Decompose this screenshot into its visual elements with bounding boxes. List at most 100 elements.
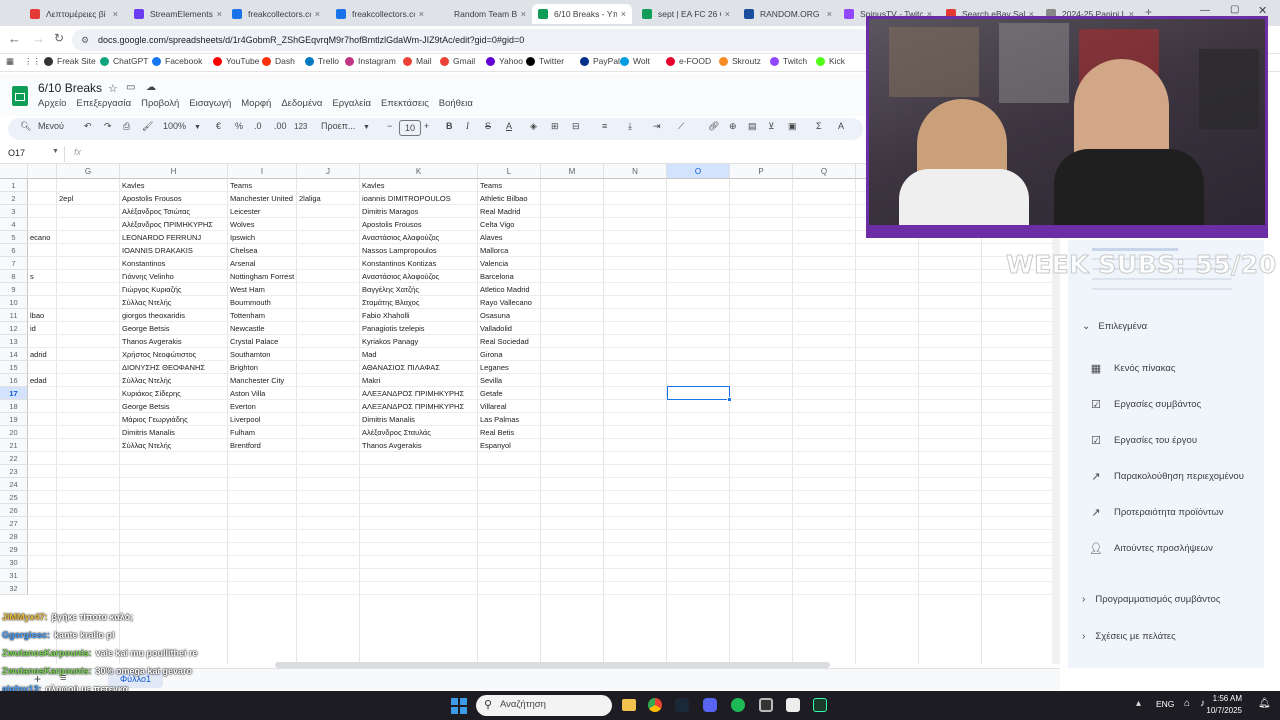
cell[interactable]: 2epl bbox=[57, 192, 120, 205]
browser-tab[interactable]: Random Team B × bbox=[432, 4, 532, 24]
column-header[interactable] bbox=[28, 164, 57, 179]
bookmark-item[interactable]: Facebook bbox=[152, 56, 202, 66]
cell[interactable]: Valladolid bbox=[478, 322, 541, 335]
cell[interactable]: Χρήστος Νεοφώτιστος bbox=[120, 348, 228, 361]
cell[interactable]: Mad bbox=[360, 348, 478, 361]
row-header[interactable]: 23 bbox=[0, 465, 28, 478]
bookmark-item[interactable]: Gmail bbox=[440, 56, 475, 66]
filter-views-icon[interactable]: ▣ bbox=[788, 121, 797, 132]
close-tab-icon[interactable]: × bbox=[415, 9, 424, 19]
clock-time[interactable]: 1:56 AM bbox=[1212, 694, 1242, 703]
browser-tab[interactable]: freakcollectors.co × bbox=[330, 4, 430, 24]
row-header[interactable]: 11 bbox=[0, 309, 28, 322]
cell[interactable]: Kavles bbox=[360, 179, 478, 192]
cell[interactable]: Dimitris Maragos bbox=[360, 205, 478, 218]
row-header[interactable]: 26 bbox=[0, 504, 28, 517]
cell[interactable]: Villareal bbox=[478, 400, 541, 413]
cell[interactable]: giorgos theoxaridis bbox=[120, 309, 228, 322]
print-icon[interactable]: ⎙ bbox=[123, 121, 130, 132]
redo-icon[interactable]: ↷ bbox=[104, 121, 112, 132]
spreadsheet-grid[interactable]: G H I J K L M N O P Q 1 2 3 4 5 6 7 8 9 10 11 12 13 14 15 16 17 18 19… bbox=[0, 164, 1060, 664]
row-header[interactable]: 18 bbox=[0, 400, 28, 413]
select-all-corner[interactable] bbox=[0, 164, 28, 179]
column-header[interactable]: J bbox=[297, 164, 360, 179]
cell[interactable]: Southamton bbox=[228, 348, 297, 361]
menu-item[interactable]: Εργαλεία bbox=[332, 98, 371, 112]
cell[interactable]: Αναστάσιος Αλαφούζος bbox=[360, 270, 478, 283]
cell[interactable]: Manchester United bbox=[228, 192, 297, 205]
bookmark-item[interactable]: Instagram bbox=[345, 56, 396, 66]
browser-tab[interactable]: Λεπτομέρειες βί × bbox=[24, 4, 124, 24]
number-format-button[interactable]: 123 bbox=[294, 122, 307, 131]
template-item[interactable]: 👤︎ Αιτούντες προσλήψεων bbox=[1068, 533, 1264, 563]
bookmark-item[interactable]: Kick bbox=[816, 56, 845, 66]
cell[interactable]: Nottingham Forrest bbox=[228, 270, 297, 283]
menu-item[interactable]: Εισαγωγή bbox=[189, 98, 231, 112]
align-left-icon[interactable]: ≡ bbox=[602, 121, 607, 131]
bookmark-item[interactable]: e-FOOD bbox=[666, 56, 711, 66]
app-icon[interactable] bbox=[813, 698, 827, 712]
move-icon[interactable]: ▭ bbox=[126, 82, 135, 93]
bookmark-item[interactable]: Twitter bbox=[526, 56, 564, 66]
chevron-down-icon[interactable]: ▼ bbox=[363, 124, 370, 131]
cell[interactable]: Atletico Madrid bbox=[478, 283, 541, 296]
cell[interactable]: ΑΛΕΞΑΝΔΡΟΣ ΠΡΙΜΗΚΥΡΗΣ bbox=[360, 400, 478, 413]
template-item[interactable]: ↗ Παρακολούθηση περιεχομένου bbox=[1068, 461, 1264, 491]
bookmark-item[interactable]: Freak Site bbox=[44, 56, 96, 66]
cell[interactable]: id bbox=[28, 322, 57, 335]
close-tab-icon[interactable]: × bbox=[109, 9, 118, 19]
row-header[interactable]: 12 bbox=[0, 322, 28, 335]
row-header[interactable]: 9 bbox=[0, 283, 28, 296]
cell[interactable]: Sevilla bbox=[478, 374, 541, 387]
filter-icon[interactable]: ⊻ bbox=[768, 121, 775, 132]
cell[interactable]: Thanos Avgerakis bbox=[360, 439, 478, 452]
cell[interactable]: Γιώργος Κυριαζής bbox=[120, 283, 228, 296]
windows-start-icon[interactable] bbox=[451, 698, 467, 714]
cell[interactable]: adrid bbox=[28, 348, 57, 361]
site-info-icon[interactable]: ⚙ bbox=[81, 29, 89, 51]
cell[interactable]: Barcelona bbox=[478, 270, 541, 283]
row-header[interactable]: 7 bbox=[0, 257, 28, 270]
cell[interactable]: 2laliga bbox=[297, 192, 360, 205]
cell[interactable]: Celta Vigo bbox=[478, 218, 541, 231]
cell[interactable]: Konstantinos bbox=[120, 257, 228, 270]
close-tab-icon[interactable]: × bbox=[213, 9, 222, 19]
bold-button[interactable]: B bbox=[446, 121, 453, 131]
row-header[interactable]: 10 bbox=[0, 296, 28, 309]
undo-icon[interactable]: ↶ bbox=[84, 121, 92, 132]
insert-chart-icon[interactable]: ▤ bbox=[748, 121, 757, 132]
row-header[interactable]: 28 bbox=[0, 530, 28, 543]
taskbar-search[interactable]: ⚲ Αναζήτηση bbox=[476, 695, 612, 716]
chevron-down-icon[interactable]: ▼ bbox=[194, 124, 201, 131]
input-tools-icon[interactable]: A bbox=[838, 121, 844, 131]
cell[interactable]: Nassos Lampropoulos bbox=[360, 244, 478, 257]
cell[interactable]: Dimitris Manalis bbox=[360, 413, 478, 426]
cell[interactable]: Σύλλας Ντελής bbox=[120, 439, 228, 452]
cell[interactable]: Real Madrid bbox=[478, 205, 541, 218]
cell[interactable]: Panagiotis tzelepis bbox=[360, 322, 478, 335]
cell[interactable]: Αλέξανδρος ΠΡΙΜΗΚΥΡΗΣ bbox=[120, 218, 228, 231]
fill-handle[interactable] bbox=[727, 397, 732, 402]
bookmark-item[interactable]: Trello bbox=[305, 56, 339, 66]
cell[interactable]: ΔΙΟΝΥΣΗΣ ΘΕΟΦΑΝΗΣ bbox=[120, 361, 228, 374]
cell[interactable]: Fabio Xhaholli bbox=[360, 309, 478, 322]
star-icon[interactable]: ☆ bbox=[108, 82, 118, 95]
row-header[interactable]: 21 bbox=[0, 439, 28, 452]
column-header[interactable]: Q bbox=[793, 164, 856, 179]
row-header[interactable]: 27 bbox=[0, 517, 28, 530]
row-header[interactable]: 1 bbox=[0, 179, 28, 192]
text-color-button[interactable]: A bbox=[506, 121, 512, 131]
menu-item[interactable]: Επεκτάσεις bbox=[381, 98, 429, 112]
menu-item[interactable]: Επεξεργασία bbox=[76, 98, 131, 112]
column-header[interactable]: N bbox=[604, 164, 667, 179]
cell[interactable]: Teams bbox=[228, 179, 297, 192]
cell[interactable]: Σύλλας Ντελής bbox=[120, 296, 228, 309]
zoom-select[interactable]: 100% bbox=[163, 121, 186, 131]
cell[interactable]: Σύλλας Ντελής bbox=[120, 374, 228, 387]
row-header[interactable]: 8 bbox=[0, 270, 28, 283]
browser-tab[interactable]: sept | EA FC 26 C × bbox=[636, 4, 736, 24]
percent-format-button[interactable]: % bbox=[235, 121, 243, 131]
network-icon[interactable]: ⌂ bbox=[1184, 698, 1190, 709]
cell[interactable]: Liverpool bbox=[228, 413, 297, 426]
currency-format-button[interactable]: € bbox=[216, 121, 221, 131]
